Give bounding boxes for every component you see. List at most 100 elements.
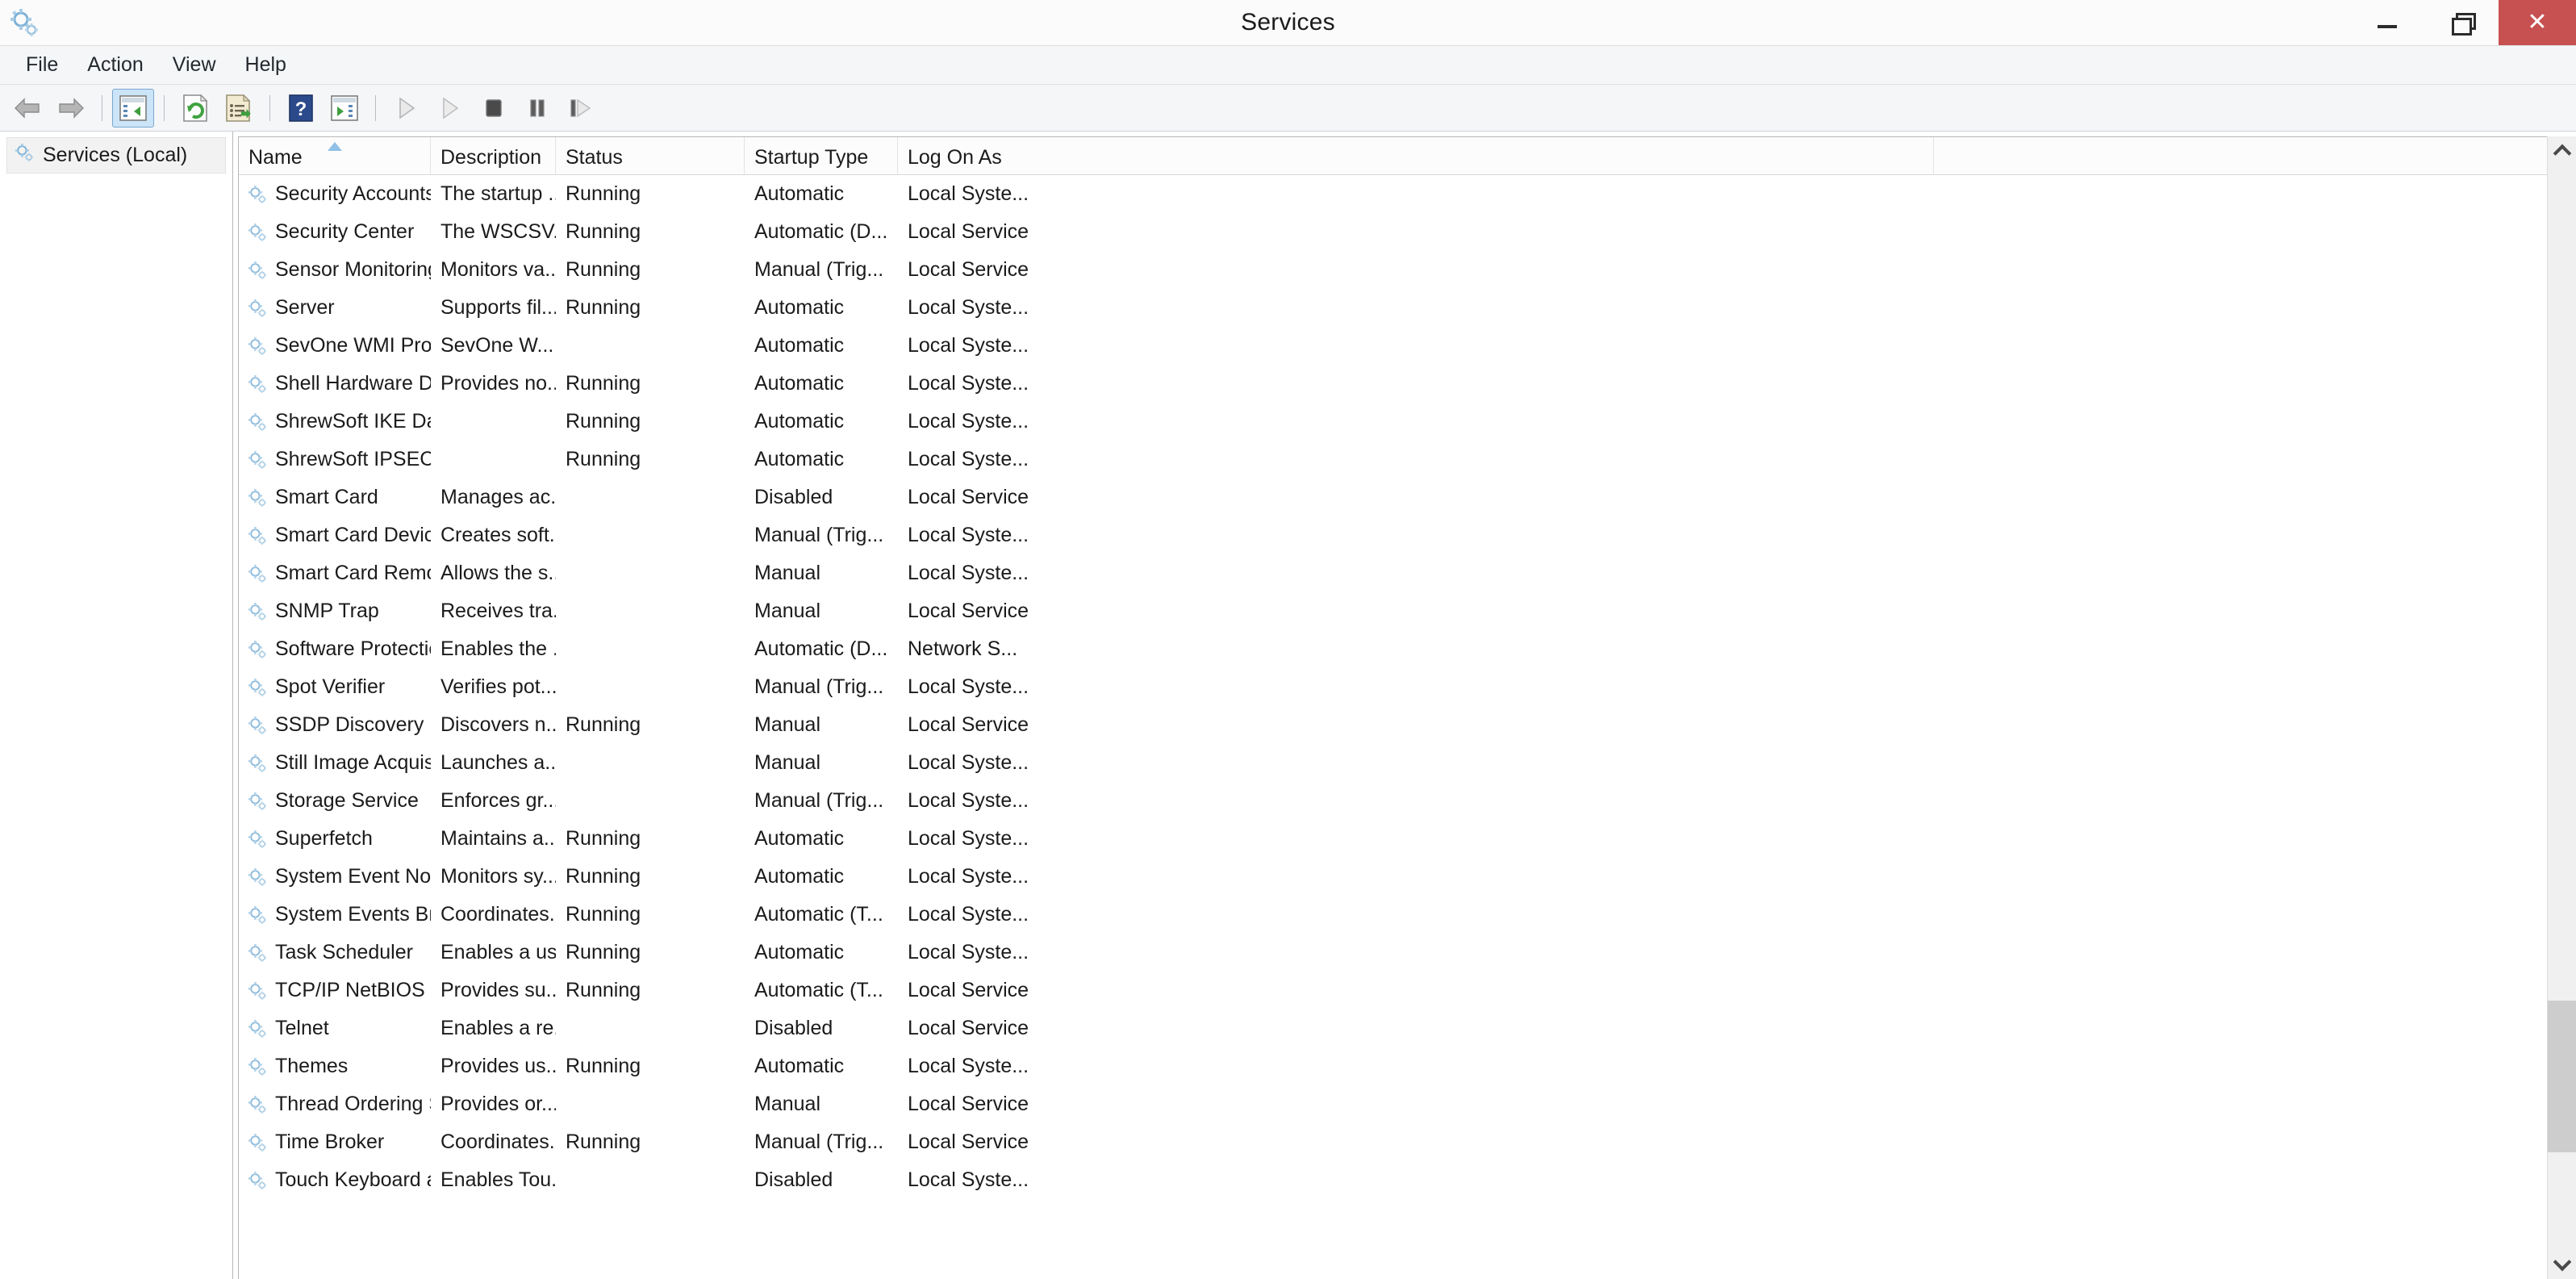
table-row[interactable]: System Events Broker Coordinates... Runnin…	[239, 896, 2575, 934]
resume-service-button[interactable]	[429, 89, 471, 127]
table-row[interactable]: Storage Service Enforces gr... Manual (Tri…	[239, 782, 2575, 820]
cell-name: System Event Notification S...	[239, 865, 431, 888]
table-row[interactable]: Time Broker Coordinates... Running Manual (…	[239, 1123, 2575, 1161]
table-row[interactable]: Smart Card Device Enumera... Creates soft…	[239, 516, 2575, 554]
table-row[interactable]: ShrewSoft IKE Daemon Running Automatic Loca…	[239, 403, 2575, 441]
cell-name: SevOne WMI Proxy	[239, 334, 431, 357]
show-hide-tree-button[interactable]	[112, 88, 154, 127]
cell-name: SSDP Discovery	[239, 713, 431, 737]
help-button[interactable]: ?	[280, 89, 322, 127]
cell-description: Maintains a...	[440, 827, 556, 850]
cell-startup-type: Manual (Trig...	[754, 675, 884, 698]
service-name-text: Superfetch	[275, 827, 373, 850]
title-bar: Services ✕	[0, 0, 2576, 46]
table-row[interactable]: Shell Hardware Detection Provides no... Ru…	[239, 365, 2575, 403]
column-header-startup-type[interactable]: Startup Type	[745, 137, 898, 174]
column-header-name[interactable]: Name	[239, 137, 431, 174]
table-row[interactable]: Security Accounts Manager The startup ...…	[239, 175, 2575, 213]
table-row[interactable]: Server Supports fil... Running Automatic Loc…	[239, 289, 2575, 327]
table-row[interactable]: SSDP Discovery Discovers n... Running Manua…	[239, 706, 2575, 744]
column-header-status[interactable]: Status	[556, 137, 745, 174]
service-gear-icon	[247, 639, 268, 660]
cell-name: Task Scheduler	[239, 941, 431, 964]
service-name-text: SevOne WMI Proxy	[275, 334, 431, 357]
column-header-name-label: Name	[248, 146, 303, 169]
cell-description: Enables a us...	[440, 941, 556, 963]
forward-button[interactable]	[50, 89, 92, 127]
menu-file[interactable]: File	[11, 50, 73, 80]
restore-button[interactable]	[2424, 0, 2499, 45]
stop-service-button[interactable]	[473, 89, 515, 127]
refresh-button[interactable]	[174, 89, 216, 127]
back-button[interactable]	[6, 89, 48, 127]
service-gear-icon	[247, 184, 268, 205]
cell-name: Spot Verifier	[239, 675, 431, 699]
tree-node-services-local[interactable]: Services (Local)	[6, 137, 226, 173]
table-row[interactable]: Task Scheduler Enables a us... Running Auto…	[239, 934, 2575, 972]
cell-startup-type: Automatic	[754, 1055, 845, 1077]
table-row[interactable]: Smart Card Removal Policy Allows the s...…	[239, 554, 2575, 592]
table-row[interactable]: Touch Keyboard and Hand... Enables Tou...…	[239, 1161, 2575, 1199]
table-row[interactable]: Sensor Monitoring Service Monitors va... R…	[239, 251, 2575, 289]
cell-name: ShrewSoft IPSEC Daemon	[239, 448, 431, 471]
table-row[interactable]: Spot Verifier Verifies pot... Manual (Trig…	[239, 668, 2575, 706]
cell-status: Running	[566, 410, 641, 433]
service-name-text: Task Scheduler	[275, 941, 413, 963]
table-row[interactable]: TCP/IP NetBIOS Helper Provides su... Runni…	[239, 972, 2575, 1009]
cell-startup-type: Automatic	[754, 448, 845, 470]
restart-service-button[interactable]	[560, 89, 602, 127]
cell-name: Security Accounts Manager	[239, 182, 431, 206]
cell-log-on-as: Local Service	[908, 1131, 1029, 1153]
table-row[interactable]: Still Image Acquisition Events Launches a…	[239, 744, 2575, 782]
scrollbar-track[interactable]	[2548, 165, 2576, 1250]
table-row[interactable]: Software Protection Enables the ... Automa…	[239, 630, 2575, 668]
table-row[interactable]: Smart Card Manages ac... Disabled Local Ser…	[239, 479, 2575, 516]
menu-help[interactable]: Help	[231, 50, 301, 80]
cell-log-on-as: Network S...	[908, 637, 1018, 660]
table-row[interactable]: Thread Ordering Server Provides or... Manu…	[239, 1085, 2575, 1123]
column-header-log-on-as[interactable]: Log On As	[898, 137, 1934, 174]
service-gear-icon	[247, 601, 268, 622]
vertical-scrollbar[interactable]	[2547, 136, 2576, 1279]
pause-service-button[interactable]	[516, 89, 558, 127]
close-button[interactable]: ✕	[2499, 0, 2576, 45]
chevron-up-icon	[2553, 144, 2571, 163]
table-row[interactable]: Security Center The WSCSV... Running Automa…	[239, 213, 2575, 251]
service-gear-icon	[247, 222, 268, 243]
table-row[interactable]: SevOne WMI Proxy SevOne W... Automatic Loca…	[239, 327, 2575, 365]
cell-startup-type: Manual	[754, 562, 820, 584]
service-gear-icon	[247, 715, 268, 736]
scroll-down-button[interactable]	[2548, 1250, 2576, 1279]
table-row[interactable]: Superfetch Maintains a... Running Automatic…	[239, 820, 2575, 858]
service-gear-icon	[247, 1018, 268, 1039]
table-row[interactable]: Themes Provides us... Running Automatic Loca…	[239, 1047, 2575, 1085]
table-row[interactable]: SNMP Trap Receives tra... Manual Local Serv…	[239, 592, 2575, 630]
properties-button[interactable]	[324, 89, 365, 127]
scroll-up-button[interactable]	[2548, 136, 2576, 165]
export-list-button[interactable]	[218, 89, 260, 127]
service-gear-icon	[247, 487, 268, 508]
cell-log-on-as: Local Syste...	[908, 182, 1029, 205]
column-header-description-label: Description	[440, 146, 542, 169]
service-name-text: Spot Verifier	[275, 675, 386, 698]
service-name-text: ShrewSoft IKE Daemon	[275, 410, 431, 433]
menu-action[interactable]: Action	[73, 50, 157, 80]
scrollbar-thumb[interactable]	[2548, 1000, 2576, 1153]
service-gear-icon	[247, 943, 268, 963]
cell-startup-type: Manual (Trig...	[754, 258, 884, 281]
menu-view[interactable]: View	[158, 50, 231, 80]
start-service-button[interactable]	[386, 89, 428, 127]
cell-description: Enables a re...	[440, 1017, 556, 1039]
cell-log-on-as: Local Syste...	[908, 789, 1029, 812]
service-name-text: Thread Ordering Server	[275, 1093, 431, 1115]
cell-name: SNMP Trap	[239, 600, 431, 623]
table-row[interactable]: Telnet Enables a re... Disabled Local Servi…	[239, 1009, 2575, 1047]
service-gear-icon	[247, 374, 268, 395]
minimize-button[interactable]	[2350, 0, 2424, 45]
table-row[interactable]: System Event Notification S... Monitors s…	[239, 858, 2575, 896]
column-header-description[interactable]: Description	[431, 137, 556, 174]
cell-name: Themes	[239, 1055, 431, 1078]
table-row[interactable]: ShrewSoft IPSEC Daemon Running Automatic Lo…	[239, 441, 2575, 479]
cell-startup-type: Manual	[754, 1093, 820, 1115]
service-name-text: SSDP Discovery	[275, 713, 424, 736]
